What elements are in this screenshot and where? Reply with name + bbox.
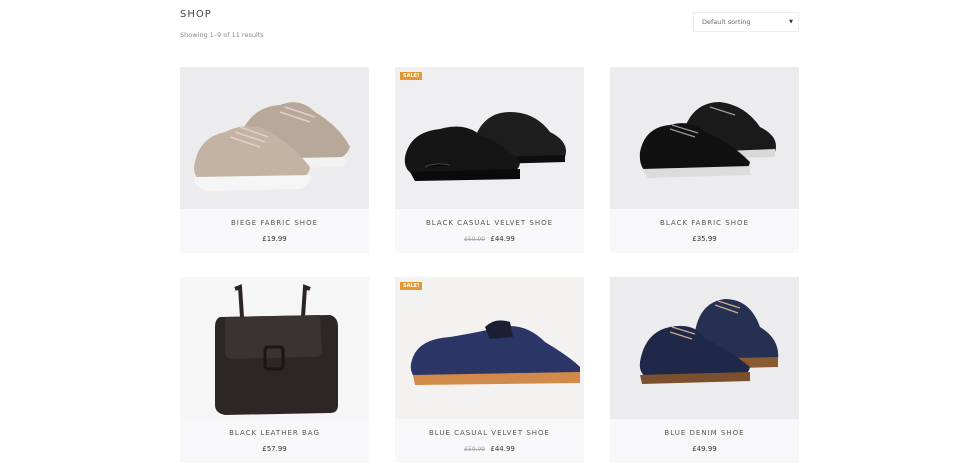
product-price-row: £49.99 [610, 445, 799, 463]
product-card[interactable]: BLACK LEATHER BAG £57.99 [180, 277, 369, 463]
product-image-beige-shoe[interactable] [180, 67, 369, 209]
product-price-row: £19.99 [180, 235, 369, 253]
sale-badge: SALE! [400, 282, 423, 290]
product-name[interactable]: BLUE DENIM SHOE [610, 429, 799, 437]
page-title: SHOP [180, 9, 212, 20]
product-price-row: £59.99 £44.99 [395, 235, 584, 253]
sorting-selected-label: Default sorting [702, 18, 751, 26]
product-card[interactable]: SALE! BLACK CASUAL VELVET SHOE £59.99 £4… [395, 67, 584, 253]
product-card[interactable]: BLUE DENIM SHOE £49.99 [610, 277, 799, 463]
product-price-row: £57.99 [180, 445, 369, 463]
product-name[interactable]: BLACK LEATHER BAG [180, 429, 369, 437]
product-image-black-leather-bag[interactable] [180, 277, 369, 419]
product-card[interactable]: BLACK FABRIC SHOE £35.99 [610, 67, 799, 253]
product-price: £19.99 [262, 235, 287, 243]
product-image-blue-denim-shoe[interactable] [610, 277, 799, 419]
product-price-row: £59.99 £44.99 [395, 445, 584, 463]
product-name[interactable]: BLACK FABRIC SHOE [610, 219, 799, 227]
product-image-blue-casual-velvet-shoe[interactable]: SALE! [395, 277, 584, 419]
product-card[interactable]: SALE! BLUE CASUAL VELVET SHOE £59.99 £44… [395, 277, 584, 463]
product-name[interactable]: BLUE CASUAL VELVET SHOE [395, 429, 584, 437]
result-count: Showing 1–9 of 11 results [180, 31, 264, 39]
product-old-price: £59.99 [464, 236, 486, 243]
product-price: £49.99 [692, 445, 717, 453]
sale-badge: SALE! [400, 72, 423, 80]
product-price: £44.99 [490, 445, 515, 453]
product-image-black-fabric-shoe[interactable] [610, 67, 799, 209]
product-image-black-casual-velvet-shoe[interactable]: SALE! [395, 67, 584, 209]
product-name[interactable]: BLACK CASUAL VELVET SHOE [395, 219, 584, 227]
product-price: £35.99 [692, 235, 717, 243]
product-card[interactable]: BIEGE FABRIC SHOE £19.99 [180, 67, 369, 253]
product-name[interactable]: BIEGE FABRIC SHOE [180, 219, 369, 227]
product-price-row: £35.99 [610, 235, 799, 253]
sorting-dropdown[interactable]: Default sorting ▼ [693, 12, 799, 32]
product-old-price: £59.99 [464, 446, 486, 453]
chevron-down-icon: ▼ [789, 19, 793, 25]
product-price: £44.99 [490, 235, 515, 243]
product-price: £57.99 [262, 445, 287, 453]
